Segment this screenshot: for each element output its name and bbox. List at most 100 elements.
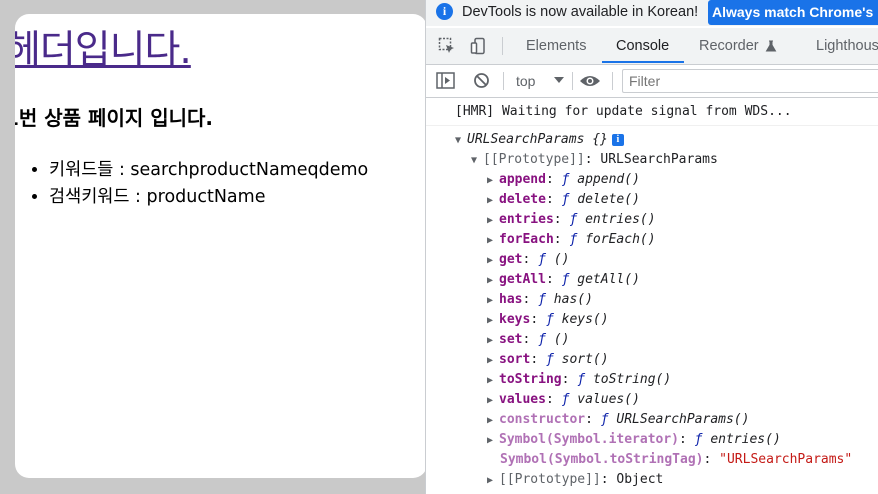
- object-label: URLSearchParams {}: [467, 132, 608, 147]
- prototype-member-row[interactable]: ▶ constructor: ƒ URLSearchParams(): [487, 410, 749, 430]
- member-value: forEach(): [585, 232, 656, 247]
- expand-triangle-icon[interactable]: ▶: [487, 271, 499, 291]
- tab-lighthouse[interactable]: Lighthouse: [816, 38, 878, 54]
- prototype-member-row[interactable]: ▶ set: ƒ (): [487, 330, 569, 350]
- separator: :: [522, 332, 539, 347]
- property-key: Symbol(Symbol.toStringTag): [500, 452, 704, 467]
- separator: :: [522, 252, 539, 267]
- prototype-member-row[interactable]: ▶ keys: ƒ keys(): [487, 310, 609, 330]
- member-value: (): [553, 332, 570, 347]
- prototype-member-row[interactable]: ▶ forEach: ƒ forEach(): [487, 230, 656, 250]
- app-page: 헤더입니다. 1번 상품 페이지 입니다. 키워드들 : searchprodu…: [15, 14, 427, 478]
- language-infobar: i DevTools is now available in Korean! A…: [426, 0, 878, 26]
- expand-triangle-icon[interactable]: ▶: [487, 251, 499, 271]
- expand-triangle-icon[interactable]: ▶: [487, 311, 499, 331]
- devtools-tabbar: Elements Console Recorder Lighthouse: [426, 28, 878, 65]
- separator: :: [545, 392, 562, 407]
- expand-triangle-icon[interactable]: ▶: [487, 211, 499, 231]
- member-key: has: [499, 292, 523, 307]
- prototype-member-row[interactable]: ▶ append: ƒ append(): [487, 170, 640, 190]
- context-selector[interactable]: top: [516, 73, 535, 89]
- separator: :: [530, 352, 546, 367]
- member-key: append: [499, 172, 546, 187]
- function-icon: ƒ: [569, 232, 578, 247]
- prototype-entry[interactable]: ▼ [[Prototype]]: URLSearchParams: [471, 150, 718, 170]
- expand-triangle-icon[interactable]: ▶: [487, 191, 499, 211]
- member-key: constructor: [499, 412, 586, 427]
- expand-triangle-icon[interactable]: ▶: [487, 351, 499, 371]
- expand-triangle-icon[interactable]: ▶: [487, 471, 499, 491]
- member-key: values: [499, 392, 546, 407]
- inspect-element-icon[interactable]: [438, 37, 456, 55]
- collapse-triangle-icon[interactable]: ▼: [471, 151, 483, 171]
- member-value: (): [553, 252, 570, 267]
- function-icon: ƒ: [545, 312, 554, 327]
- expand-triangle-icon[interactable]: ▶: [487, 231, 499, 251]
- filter-input[interactable]: [622, 69, 878, 93]
- function-icon: ƒ: [561, 272, 570, 287]
- chevron-down-icon[interactable]: [554, 77, 564, 83]
- function-icon: ƒ: [538, 292, 546, 307]
- keyword-list: 키워드들 : searchproductNameqdemo 검색키워드 : pr…: [15, 157, 368, 211]
- member-key: entries: [499, 212, 554, 227]
- list-item: 키워드들 : searchproductNameqdemo: [49, 157, 368, 184]
- member-key: getAll: [499, 272, 546, 287]
- prototype-member-row[interactable]: ▶ getAll: ƒ getAll(): [487, 270, 640, 290]
- info-icon: i: [436, 3, 453, 20]
- page-heading-link[interactable]: 헤더입니다.: [15, 19, 192, 75]
- tab-console[interactable]: Console: [616, 38, 669, 54]
- property-value: "URLSearchParams": [719, 452, 853, 467]
- function-icon: ƒ: [545, 352, 554, 367]
- separator: :: [553, 232, 570, 247]
- function-icon: ƒ: [561, 172, 570, 187]
- prototype-member-row[interactable]: ▶ get: ƒ (): [487, 250, 569, 270]
- expand-triangle-icon[interactable]: ▶: [487, 371, 499, 391]
- expand-triangle-icon[interactable]: ▶: [487, 431, 499, 451]
- separator: :: [553, 212, 570, 227]
- devtools-panel: i DevTools is now available in Korean! A…: [425, 0, 878, 494]
- separator: :: [545, 192, 562, 207]
- expand-triangle-icon[interactable]: ▶: [487, 331, 499, 351]
- member-value: entries(): [585, 212, 656, 227]
- separator: :: [522, 292, 539, 307]
- sidebar-toggle-icon[interactable]: [436, 72, 455, 89]
- prototype-member-row[interactable]: ▶ sort: ƒ sort(): [487, 350, 609, 370]
- member-value: URLSearchParams(): [616, 412, 750, 427]
- live-expression-eye-icon[interactable]: [579, 73, 601, 89]
- toolbar-divider: [612, 72, 613, 90]
- prototype-key: [[Prototype]]: [483, 152, 585, 167]
- collapse-triangle-icon[interactable]: ▼: [455, 131, 467, 151]
- tab-divider: [502, 37, 503, 55]
- object-entry[interactable]: ▼ URLSearchParams {} i: [455, 130, 624, 150]
- device-toolbar-icon[interactable]: [470, 37, 488, 55]
- prototype-member-row[interactable]: ▶ toString: ƒ toString(): [487, 370, 671, 390]
- match-language-button[interactable]: Always match Chrome's language: [708, 0, 878, 25]
- tab-recorder[interactable]: Recorder: [699, 38, 759, 54]
- info-badge-icon: i: [611, 133, 624, 146]
- prototype-member-row[interactable]: ▶ has: ƒ has(): [487, 290, 593, 310]
- prototype-member-row[interactable]: ▶ entries: ƒ entries(): [487, 210, 656, 230]
- prototype-member-row[interactable]: ▶ Symbol(Symbol.iterator): ƒ entries(): [487, 430, 781, 450]
- member-key: forEach: [499, 232, 554, 247]
- expand-triangle-icon[interactable]: ▶: [487, 411, 499, 431]
- inner-prototype-entry[interactable]: ▶ [[Prototype]]: Object: [487, 470, 663, 490]
- member-key: toString: [499, 372, 562, 387]
- member-value: toString(): [592, 372, 672, 387]
- separator: :: [545, 172, 562, 187]
- tostringtag-entry: Symbol(Symbol.toStringTag): "URLSearchPa…: [500, 452, 853, 467]
- expand-triangle-icon[interactable]: ▶: [487, 171, 499, 191]
- prototype-member-row[interactable]: ▶ delete: ƒ delete(): [487, 190, 640, 210]
- member-key: get: [499, 252, 523, 267]
- separator: :: [585, 412, 601, 427]
- prototype-member-row[interactable]: ▶ values: ƒ values(): [487, 390, 640, 410]
- toolbar-divider: [572, 72, 573, 90]
- member-key: keys: [499, 312, 531, 327]
- tab-elements[interactable]: Elements: [526, 38, 586, 54]
- member-key: sort: [499, 352, 531, 367]
- expand-triangle-icon[interactable]: ▶: [487, 291, 499, 311]
- member-value: append(): [577, 172, 640, 187]
- expand-triangle-icon[interactable]: ▶: [487, 391, 499, 411]
- clear-console-icon[interactable]: [473, 72, 490, 89]
- infobar-message: DevTools is now available in Korean!: [462, 4, 699, 20]
- active-tab-indicator: [602, 61, 684, 63]
